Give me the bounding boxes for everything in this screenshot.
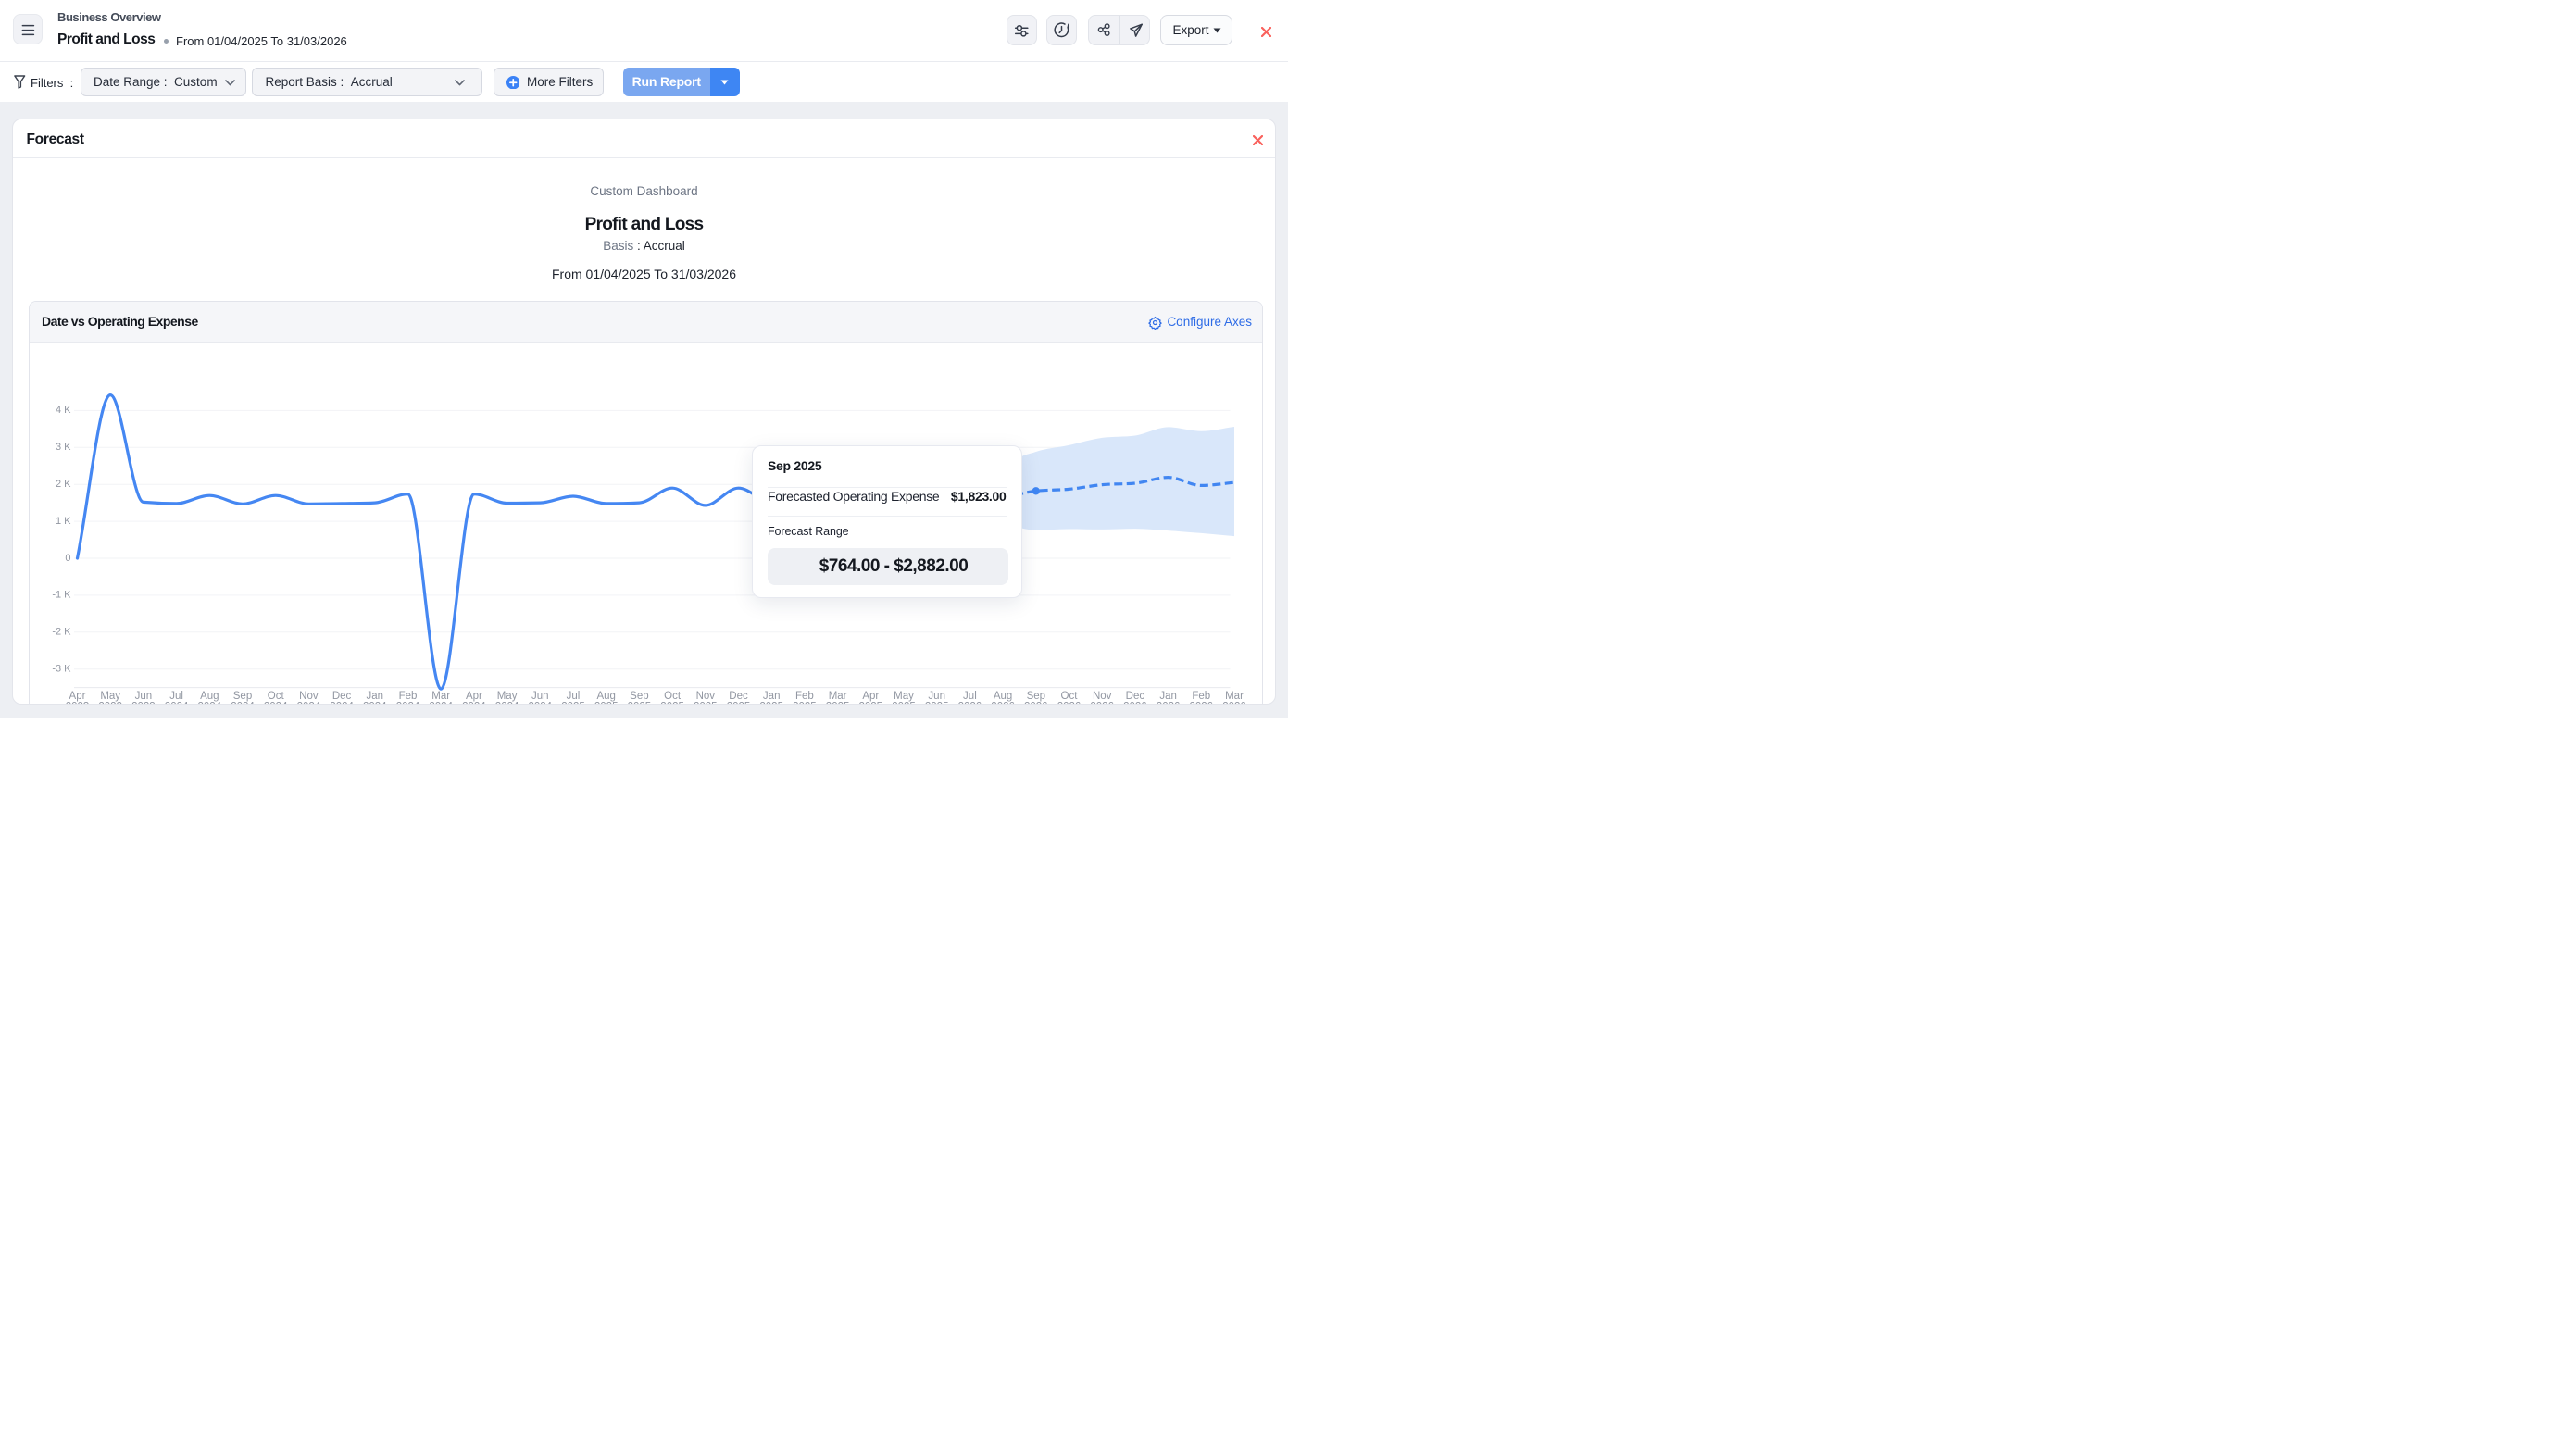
svg-text:2025: 2025 bbox=[858, 702, 882, 705]
svg-text:Sep: Sep bbox=[232, 691, 251, 702]
svg-text:2025: 2025 bbox=[627, 702, 651, 705]
svg-text:2026: 2026 bbox=[957, 702, 982, 705]
svg-text:2025: 2025 bbox=[793, 702, 817, 705]
svg-text:2023: 2023 bbox=[65, 702, 89, 705]
svg-text:Aug: Aug bbox=[200, 691, 219, 702]
svg-text:2023: 2023 bbox=[98, 702, 122, 705]
svg-text:Apr: Apr bbox=[465, 691, 481, 702]
svg-text:-3 K: -3 K bbox=[52, 664, 71, 675]
svg-text:Oct: Oct bbox=[267, 691, 284, 702]
svg-text:2026: 2026 bbox=[1123, 702, 1147, 705]
svg-text:2024: 2024 bbox=[528, 702, 552, 705]
svg-text:Jan: Jan bbox=[366, 691, 383, 702]
svg-text:2026: 2026 bbox=[1189, 702, 1213, 705]
svg-text:2026: 2026 bbox=[1156, 702, 1180, 705]
svg-text:2024: 2024 bbox=[164, 702, 188, 705]
svg-text:2025: 2025 bbox=[759, 702, 783, 705]
svg-text:2024: 2024 bbox=[330, 702, 354, 705]
svg-text:2025: 2025 bbox=[660, 702, 684, 705]
svg-text:May: May bbox=[894, 691, 914, 702]
svg-text:2024: 2024 bbox=[429, 702, 453, 705]
svg-text:2025: 2025 bbox=[594, 702, 618, 705]
svg-text:Nov: Nov bbox=[1092, 691, 1111, 702]
svg-text:4 K: 4 K bbox=[55, 405, 70, 416]
svg-text:Apr: Apr bbox=[69, 691, 85, 702]
svg-text:Jun: Jun bbox=[928, 691, 945, 702]
svg-text:Jul: Jul bbox=[169, 691, 183, 702]
svg-text:Mar: Mar bbox=[1225, 691, 1244, 702]
svg-text:Jan: Jan bbox=[762, 691, 780, 702]
svg-text:2024: 2024 bbox=[395, 702, 419, 705]
svg-text:May: May bbox=[100, 691, 120, 702]
svg-text:2026: 2026 bbox=[991, 702, 1015, 705]
svg-text:Sep: Sep bbox=[630, 691, 648, 702]
svg-text:2026: 2026 bbox=[1057, 702, 1081, 705]
svg-text:2025: 2025 bbox=[726, 702, 750, 705]
svg-text:2025: 2025 bbox=[561, 702, 585, 705]
svg-text:2026: 2026 bbox=[1024, 702, 1048, 705]
svg-text:0: 0 bbox=[65, 553, 70, 564]
svg-text:2024: 2024 bbox=[363, 702, 387, 705]
svg-text:2 K: 2 K bbox=[55, 479, 70, 490]
svg-text:2024: 2024 bbox=[462, 702, 486, 705]
svg-text:-1 K: -1 K bbox=[52, 590, 71, 601]
svg-text:Mar: Mar bbox=[431, 691, 450, 702]
svg-text:-2 K: -2 K bbox=[52, 627, 71, 638]
svg-text:Jan: Jan bbox=[1159, 691, 1177, 702]
svg-text:2025: 2025 bbox=[924, 702, 948, 705]
svg-text:May: May bbox=[496, 691, 517, 702]
svg-text:Feb: Feb bbox=[1192, 691, 1210, 702]
svg-text:1 K: 1 K bbox=[55, 516, 70, 527]
svg-text:2024: 2024 bbox=[494, 702, 519, 705]
svg-text:Dec: Dec bbox=[1125, 691, 1144, 702]
svg-text:2026: 2026 bbox=[1090, 702, 1114, 705]
svg-text:Dec: Dec bbox=[331, 691, 351, 702]
svg-text:2024: 2024 bbox=[296, 702, 320, 705]
svg-text:Nov: Nov bbox=[695, 691, 715, 702]
svg-text:2025: 2025 bbox=[694, 702, 718, 705]
svg-text:Oct: Oct bbox=[664, 691, 682, 702]
svg-text:2026: 2026 bbox=[1222, 702, 1246, 705]
svg-text:Dec: Dec bbox=[729, 691, 748, 702]
svg-text:Feb: Feb bbox=[794, 691, 813, 702]
svg-text:Sep: Sep bbox=[1026, 691, 1044, 702]
svg-text:Jul: Jul bbox=[963, 691, 977, 702]
svg-text:Jun: Jun bbox=[134, 691, 152, 702]
svg-text:Aug: Aug bbox=[993, 691, 1011, 702]
svg-text:2025: 2025 bbox=[892, 702, 916, 705]
svg-text:Oct: Oct bbox=[1060, 691, 1078, 702]
svg-text:Jun: Jun bbox=[531, 691, 549, 702]
svg-text:2025: 2025 bbox=[825, 702, 849, 705]
svg-text:Aug: Aug bbox=[596, 691, 615, 702]
svg-text:2024: 2024 bbox=[231, 702, 255, 705]
svg-text:Mar: Mar bbox=[828, 691, 846, 702]
svg-text:2024: 2024 bbox=[263, 702, 287, 705]
svg-text:Jul: Jul bbox=[566, 691, 580, 702]
svg-text:2024: 2024 bbox=[197, 702, 221, 705]
svg-text:Apr: Apr bbox=[862, 691, 879, 702]
svg-text:2023: 2023 bbox=[131, 702, 156, 705]
svg-text:Feb: Feb bbox=[398, 691, 417, 702]
svg-text:3 K: 3 K bbox=[55, 442, 70, 453]
svg-text:Nov: Nov bbox=[299, 691, 319, 702]
